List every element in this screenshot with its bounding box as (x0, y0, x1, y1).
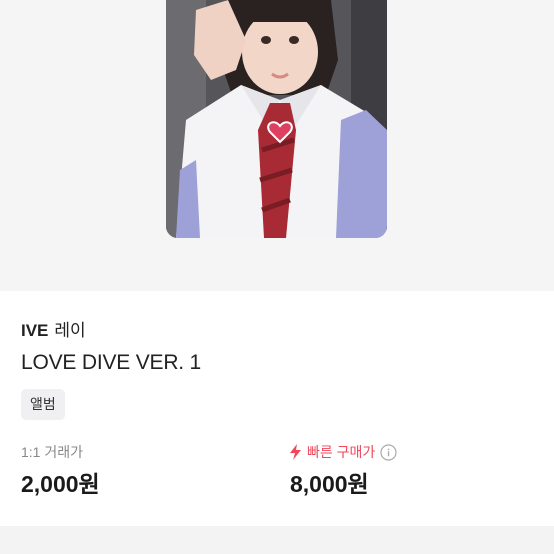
lightning-bolt-icon (290, 444, 301, 460)
artist-name[interactable]: IVE (21, 321, 48, 340)
trade-price-block: 1:1 거래가 2,000원 (21, 442, 100, 499)
fast-buy-label-row: 빠른 구매가 (290, 442, 397, 462)
trade-price-value: 2,000원 (21, 471, 100, 497)
info-circle-icon[interactable] (380, 443, 397, 461)
product-info: IVE 레이 LOVE DIVE VER. 1 앨범 1:1 거래가 2,000원… (0, 291, 554, 526)
member-name: 레이 (54, 321, 86, 340)
category-tag[interactable]: 앨범 (21, 389, 65, 420)
fast-buy-price-block: 빠른 구매가 8,000원 (290, 442, 397, 499)
fast-buy-price-value: 8,000원 (290, 471, 369, 497)
album-title: LOVE DIVE VER. 1 (21, 351, 202, 374)
artist-line: IVE 레이 (21, 320, 86, 342)
photocard-image[interactable] (166, 0, 387, 238)
product-image-area (0, 0, 554, 291)
fast-buy-label: 빠른 구매가 (307, 444, 376, 460)
section-divider (0, 526, 554, 554)
trade-price-label: 1:1 거래가 (21, 444, 83, 460)
